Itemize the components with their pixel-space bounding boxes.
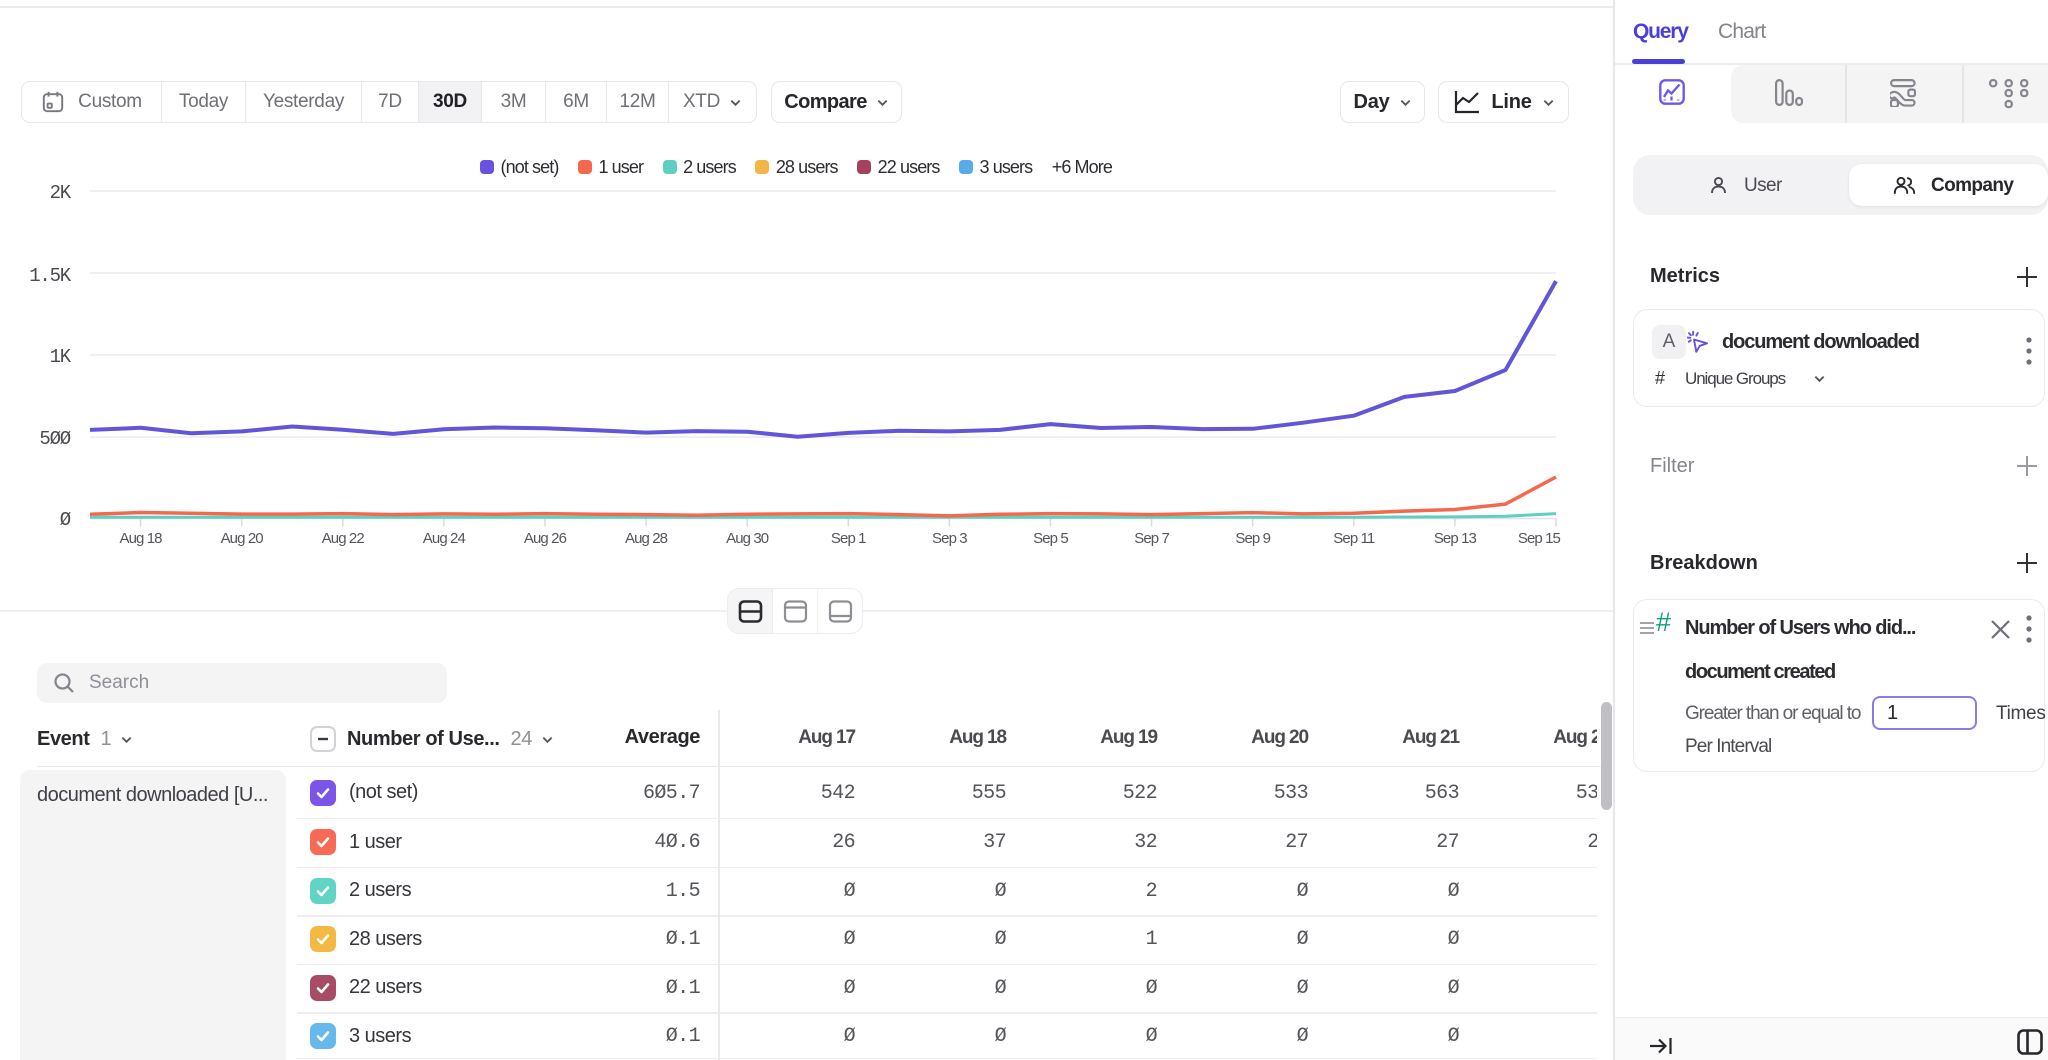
svg-text:5ØØ: 5ØØ <box>39 428 70 450</box>
svg-text:Sep 1: Sep 1 <box>831 530 866 547</box>
svg-text:1K: 1K <box>50 346 72 368</box>
svg-text:1.5K: 1.5K <box>29 265 72 287</box>
svg-text:Aug 22: Aug 22 <box>322 530 365 547</box>
svg-text:Sep 3: Sep 3 <box>932 530 967 547</box>
svg-text:Aug 30: Aug 30 <box>726 530 769 547</box>
svg-text:Aug 24: Aug 24 <box>423 530 466 547</box>
svg-text:2K: 2K <box>50 182 72 204</box>
svg-text:Ø: Ø <box>60 509 71 531</box>
svg-text:Aug 20: Aug 20 <box>221 530 264 547</box>
svg-text:Aug 26: Aug 26 <box>524 530 567 547</box>
svg-text:Sep 5: Sep 5 <box>1033 530 1068 547</box>
svg-text:Sep 11: Sep 11 <box>1333 530 1375 547</box>
svg-text:Sep 9: Sep 9 <box>1235 530 1270 547</box>
svg-text:Sep 15: Sep 15 <box>1518 530 1561 547</box>
svg-text:Aug 28: Aug 28 <box>625 530 668 547</box>
svg-text:Sep 13: Sep 13 <box>1434 530 1477 547</box>
svg-text:Sep 7: Sep 7 <box>1134 530 1169 547</box>
svg-text:Aug 18: Aug 18 <box>119 530 162 547</box>
